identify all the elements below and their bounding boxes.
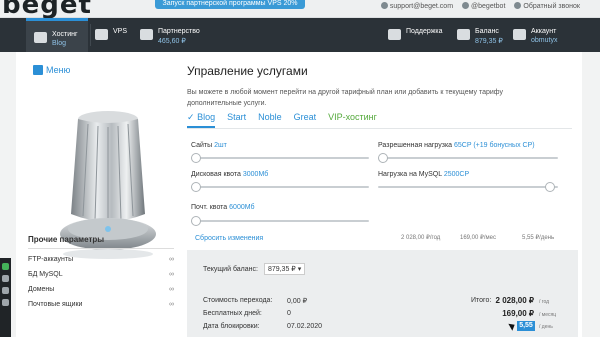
nav-balance[interactable]: Баланс 879,35 ₽ xyxy=(457,18,512,52)
current-balance: Текущий баланс: 879,35 ₽ ▾ xyxy=(203,263,306,275)
settings-icon[interactable] xyxy=(2,299,9,306)
page-content: Меню Прочие параметры FTP-аккаунты ∞ БД … xyxy=(16,52,582,337)
slider-load-track[interactable] xyxy=(378,157,558,159)
block-date-value: 07.02.2020 xyxy=(287,323,323,330)
nav-vps[interactable]: VPS xyxy=(95,18,135,52)
nav-hosting-plan: Blog xyxy=(52,40,67,47)
contacts-bar: support@beget.com @begetbot Обратный зво… xyxy=(380,2,580,10)
page-title: Управление услугами xyxy=(187,64,308,78)
nav-partnership-title: Партнерство xyxy=(158,28,200,35)
nav-support[interactable]: Поддержка xyxy=(388,18,448,52)
nav-partnership-amount: 465,60 ₽ xyxy=(158,38,186,45)
other-params-title: Прочие параметры xyxy=(28,235,174,249)
top-bar: beget Запуск партнерской программы VPS 2… xyxy=(0,0,600,20)
promo-banner[interactable]: Запуск партнерской программы VPS 20% xyxy=(155,0,305,9)
slider-mysql-handle[interactable] xyxy=(545,182,555,192)
callback-link[interactable]: Обратный звонок xyxy=(514,2,580,10)
screen-tools xyxy=(0,258,11,337)
price-per-day: 5,55 ₽/день xyxy=(522,235,555,241)
support-icon xyxy=(388,29,401,40)
nav-support-title: Поддержка xyxy=(406,28,443,35)
tab-start[interactable]: Start xyxy=(227,112,246,128)
unit-month: / месяц xyxy=(539,312,557,318)
nav-balance-amount: 879,35 ₽ xyxy=(475,38,503,45)
balance-icon xyxy=(457,29,470,40)
phone-icon xyxy=(514,2,522,9)
unit-day: / день xyxy=(539,324,553,330)
param-ftp: FTP-аккаунты ∞ xyxy=(28,256,174,263)
transition-cost-value: 0,00 ₽ xyxy=(287,298,308,305)
reset-changes-link[interactable]: Сбросить изменения xyxy=(195,235,263,242)
total-per-year: 2 028,00 ₽ xyxy=(495,296,534,305)
slider-sites-handle[interactable] xyxy=(190,153,201,163)
mail-icon xyxy=(380,2,388,9)
menu-button[interactable]: Меню xyxy=(33,65,70,75)
windows-icon[interactable] xyxy=(2,287,9,294)
nav-account[interactable]: Аккаунт obmutyx xyxy=(513,18,568,52)
tab-noble[interactable]: Noble xyxy=(258,112,282,128)
nav-account-login: obmutyx xyxy=(531,37,558,44)
param-mailboxes: Почтовые ящики ∞ xyxy=(28,301,174,308)
nav-divider xyxy=(90,24,91,46)
balance-select[interactable]: 879,35 ₽ ▾ xyxy=(263,263,306,275)
free-days-label: Бесплатных дней: xyxy=(203,310,262,317)
slider-disk-label: Дисковая квота 3000Мб xyxy=(191,171,269,178)
slider-mail-label: Почт. квота 6000Мб xyxy=(191,204,255,211)
nav-hosting-title: Хостинг xyxy=(52,31,78,38)
tab-vip-hosting[interactable]: VIP-хостинг xyxy=(328,112,377,128)
param-mysql: БД MySQL ∞ xyxy=(28,271,174,278)
param-domains: Домены ∞ xyxy=(28,286,174,293)
tariff-tabs: ✓ Blog Start Noble Great VIP-хостинг xyxy=(187,112,377,128)
slider-mail-handle[interactable] xyxy=(190,216,201,226)
tab-great[interactable]: Great xyxy=(294,112,317,128)
twitter-link[interactable]: @begetbot xyxy=(462,2,505,10)
price-per-year: 2 028,00 ₽/год xyxy=(401,235,441,241)
slider-disk-track[interactable] xyxy=(191,186,369,188)
block-date-label: Дата блокировки: xyxy=(203,323,260,330)
transition-cost-label: Стоимость перехода: xyxy=(203,297,273,304)
beget-logo[interactable]: beget xyxy=(2,0,92,20)
main-nav: Хостинг Blog VPS Партнерство 465,60 ₽ По… xyxy=(0,18,600,52)
nav-hosting[interactable]: Хостинг Blog xyxy=(26,18,88,52)
hosting-icon xyxy=(34,32,47,43)
play-icon[interactable] xyxy=(2,263,9,270)
menu-icon xyxy=(33,65,43,75)
slider-sites-label: Сайты 2шт xyxy=(191,142,227,149)
tabs-divider xyxy=(187,128,572,129)
nav-partnership[interactable]: Партнерство 465,60 ₽ xyxy=(140,18,215,52)
nav-account-title: Аккаунт xyxy=(531,28,557,35)
tab-blog[interactable]: ✓ Blog xyxy=(187,112,216,128)
unit-year: / год xyxy=(539,299,550,305)
page-description: Вы можете в любой момент перейти на друг… xyxy=(187,89,503,107)
slider-load-handle[interactable] xyxy=(377,153,388,163)
slider-load-label: Разрешенная нагрузка 65CP (+19 бонусных … xyxy=(378,142,535,149)
support-email-link[interactable]: support@beget.com xyxy=(380,2,453,10)
partnership-icon xyxy=(140,29,153,40)
total-per-month: 169,00 ₽ xyxy=(502,309,534,318)
free-days-value: 0 xyxy=(287,310,291,317)
price-per-month: 169,00 ₽/мес xyxy=(460,235,496,241)
twitter-icon xyxy=(462,2,470,9)
slider-sites-track[interactable] xyxy=(191,157,369,159)
slider-disk-handle[interactable] xyxy=(190,182,201,192)
slider-mysql-track[interactable] xyxy=(378,186,558,188)
nav-balance-title: Баланс xyxy=(475,28,499,35)
billing-panel: Текущий баланс: 879,35 ₽ ▾ Стоимость пер… xyxy=(187,250,578,337)
account-icon xyxy=(513,29,526,40)
nav-vps-title: VPS xyxy=(113,28,128,35)
vps-icon xyxy=(95,29,108,40)
total-per-day[interactable]: 5,55 xyxy=(517,321,535,331)
slider-mail-track[interactable] xyxy=(191,220,369,222)
apple-icon[interactable] xyxy=(2,275,9,282)
slider-mysql-label: Нагрузка на MySQL 2500CP xyxy=(378,171,470,178)
